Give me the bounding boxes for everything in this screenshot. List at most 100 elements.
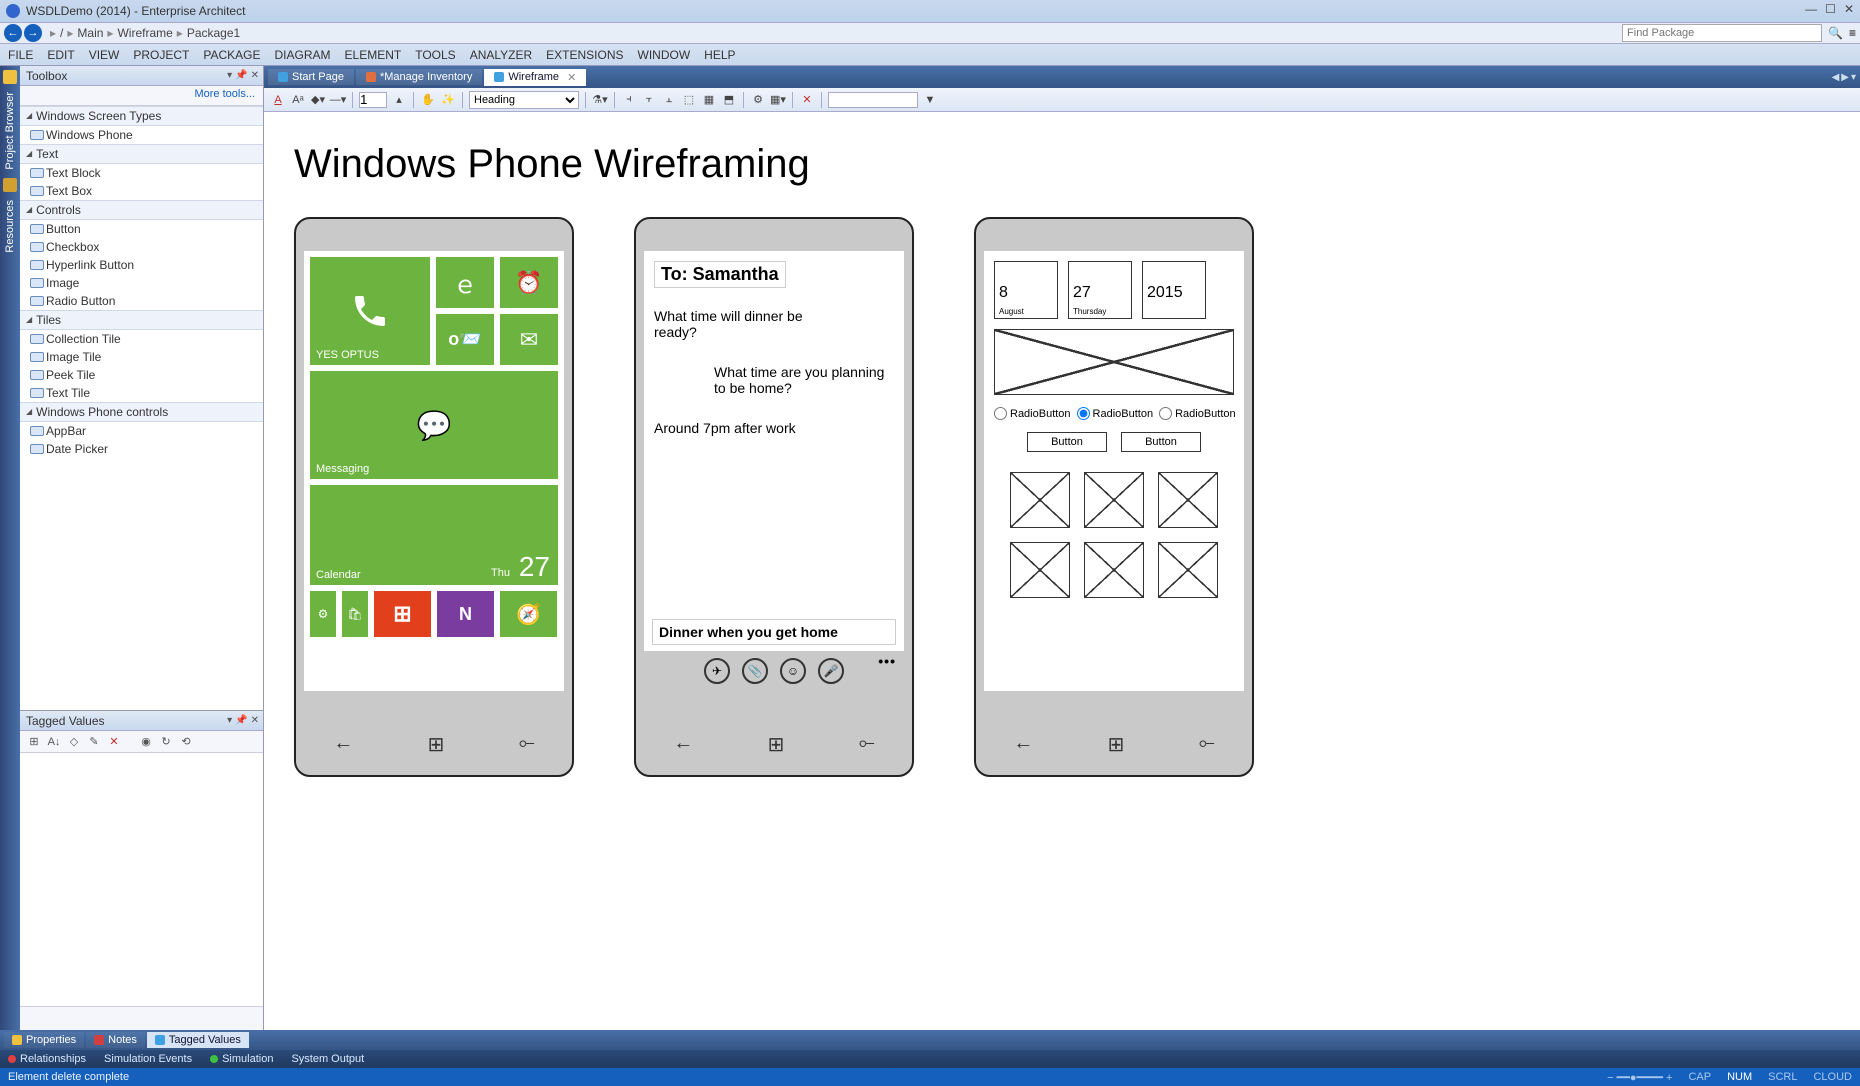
menu-help[interactable]: HELP (704, 48, 735, 62)
appbar-voice-icon[interactable]: 🎤 (818, 658, 844, 684)
collection-tile[interactable] (1010, 472, 1070, 528)
tile-calendar[interactable]: Calendar Thu 27 (310, 485, 558, 585)
date-picker-weekday[interactable]: 27Thursday (1068, 261, 1132, 319)
line-style-icon[interactable]: ―▾ (330, 92, 346, 108)
menu-extensions[interactable]: EXTENSIONS (546, 48, 623, 62)
menu-icon[interactable]: ≡ (1849, 26, 1856, 40)
toolbox-group-head[interactable]: Text (20, 144, 263, 164)
menu-analyzer[interactable]: ANALYZER (470, 48, 532, 62)
search-hw-icon[interactable]: ⟜ (859, 732, 875, 757)
sort-categorized-icon[interactable]: ⊞ (26, 734, 42, 750)
distribute-h-icon[interactable]: ⬚ (681, 92, 697, 108)
tab-start-page[interactable]: Start Page (268, 69, 354, 85)
run-icon[interactable]: ⚙ (750, 92, 766, 108)
heading-select[interactable]: Heading (469, 91, 579, 109)
tab-wireframe[interactable]: Wireframe✕ (484, 69, 586, 86)
collection-tile[interactable] (1084, 472, 1144, 528)
tab-properties[interactable]: Properties (4, 1032, 84, 1048)
hand-tool-icon[interactable]: ✋ (420, 92, 436, 108)
panel-dropdown-icon[interactable]: ▾ (227, 70, 232, 81)
panel-close-icon[interactable]: ✕ (251, 70, 259, 81)
tag-new-icon[interactable]: ◇ (66, 734, 82, 750)
delete-icon[interactable]: ✕ (799, 92, 815, 108)
search-hw-icon[interactable]: ⟜ (1199, 732, 1215, 757)
page-number-input[interactable] (359, 92, 387, 108)
menu-tools[interactable]: TOOLS (415, 48, 455, 62)
tab-simulation[interactable]: Simulation (210, 1053, 273, 1065)
menu-diagram[interactable]: DIAGRAM (275, 48, 331, 62)
diagram-canvas[interactable]: Windows Phone Wireframing YES OPTUS (264, 112, 1860, 1030)
font-icon[interactable]: A (270, 92, 286, 108)
toolbox-item[interactable]: Text Tile (20, 384, 263, 402)
sort-alpha-icon[interactable]: A↓ (46, 734, 62, 750)
left-tab-resources[interactable]: Resources (2, 194, 18, 259)
maximize-button[interactable]: ☐ (1825, 2, 1836, 16)
radio-button-1[interactable]: RadioButton (994, 407, 1071, 420)
radio-button-3[interactable]: RadioButton (1159, 407, 1236, 420)
tab-tagged-values[interactable]: Tagged Values (147, 1032, 249, 1048)
filter-funnel-icon[interactable]: ▼ (922, 92, 938, 108)
home-hw-icon[interactable]: ⊞ (768, 732, 785, 757)
button-1[interactable]: Button (1027, 432, 1107, 452)
tile-store[interactable]: 🛍 (342, 591, 368, 637)
toolbox-item[interactable]: Radio Button (20, 292, 263, 310)
appbar-more-icon[interactable]: ••• (878, 653, 896, 669)
more-tools-link[interactable]: More tools... (20, 86, 263, 106)
collection-tile[interactable] (1158, 472, 1218, 528)
date-picker-day[interactable]: 8August (994, 261, 1058, 319)
tab-relationships[interactable]: Relationships (8, 1053, 86, 1065)
toolbox-item[interactable]: Image (20, 274, 263, 292)
back-hw-icon[interactable]: ← (333, 732, 353, 757)
collection-tile[interactable] (1010, 542, 1070, 598)
tab-system-output[interactable]: System Output (291, 1053, 364, 1065)
project-browser-icon[interactable] (3, 70, 17, 84)
tile-alarm[interactable]: ⏰ (500, 257, 558, 308)
search-hw-icon[interactable]: ⟜ (519, 732, 535, 757)
filter-icon[interactable]: ⚗▾ (592, 92, 608, 108)
panel-close-icon[interactable]: ✕ (251, 715, 259, 726)
back-hw-icon[interactable]: ← (673, 732, 693, 757)
toolbox-item[interactable]: Windows Phone (20, 126, 263, 144)
phone-mockup-chat[interactable]: To: Samantha What time will dinner be re… (634, 217, 914, 777)
panel-dropdown-icon[interactable]: ▾ (227, 715, 232, 726)
toolbox-item[interactable]: Date Picker (20, 440, 263, 458)
tag-options-icon[interactable]: ⟲ (178, 734, 194, 750)
menu-package[interactable]: PACKAGE (203, 48, 260, 62)
toolbox-group-head[interactable]: Windows Phone controls (20, 402, 263, 422)
tile-phone[interactable]: YES OPTUS (310, 257, 430, 365)
menu-view[interactable]: VIEW (89, 48, 120, 62)
highlight-icon[interactable]: ✨ (440, 92, 456, 108)
toolbox-group-head[interactable]: Windows Screen Types (20, 106, 263, 126)
color-fill-icon[interactable]: ◆▾ (310, 92, 326, 108)
find-package-input[interactable] (1622, 24, 1822, 42)
tab-menu-icon[interactable]: ▾ (1851, 72, 1856, 83)
tag-edit-icon[interactable]: ✎ (86, 734, 102, 750)
chat-input[interactable]: Dinner when you get home (652, 619, 896, 645)
tile-mail[interactable]: ✉ (500, 314, 558, 365)
tag-refresh-icon[interactable]: ↻ (158, 734, 174, 750)
tab-close-icon[interactable]: ✕ (567, 71, 576, 84)
image-placeholder[interactable] (994, 329, 1234, 395)
tile-office[interactable]: ⊞ (374, 591, 431, 637)
tile-outlook[interactable]: o📨 (436, 314, 494, 365)
toolbox-item[interactable]: Image Tile (20, 348, 263, 366)
page-up-icon[interactable]: ▴ (391, 92, 407, 108)
collection-tile[interactable] (1158, 542, 1218, 598)
collection-tile[interactable] (1084, 542, 1144, 598)
toolbox-item[interactable]: AppBar (20, 422, 263, 440)
toolbox-item[interactable]: Collection Tile (20, 330, 263, 348)
toolbox-item[interactable]: Hyperlink Button (20, 256, 263, 274)
left-tab-project-browser[interactable]: Project Browser (2, 86, 18, 176)
stop-icon[interactable]: ▦▾ (770, 92, 786, 108)
pin-icon[interactable]: 📌 (235, 715, 247, 726)
toolbox-item[interactable]: Text Block (20, 164, 263, 182)
menu-window[interactable]: WINDOW (638, 48, 691, 62)
tag-delete-icon[interactable]: ✕ (106, 734, 122, 750)
menu-element[interactable]: ELEMENT (345, 48, 402, 62)
phone-mockup-controls[interactable]: 8August 27Thursday 2015 RadioButton Radi… (974, 217, 1254, 777)
close-button[interactable]: ✕ (1844, 2, 1854, 16)
tab-simulation-events[interactable]: Simulation Events (104, 1053, 192, 1065)
pin-icon[interactable]: 📌 (235, 70, 247, 81)
nav-back-button[interactable]: ← (4, 24, 22, 42)
toolbox-item[interactable]: Checkbox (20, 238, 263, 256)
